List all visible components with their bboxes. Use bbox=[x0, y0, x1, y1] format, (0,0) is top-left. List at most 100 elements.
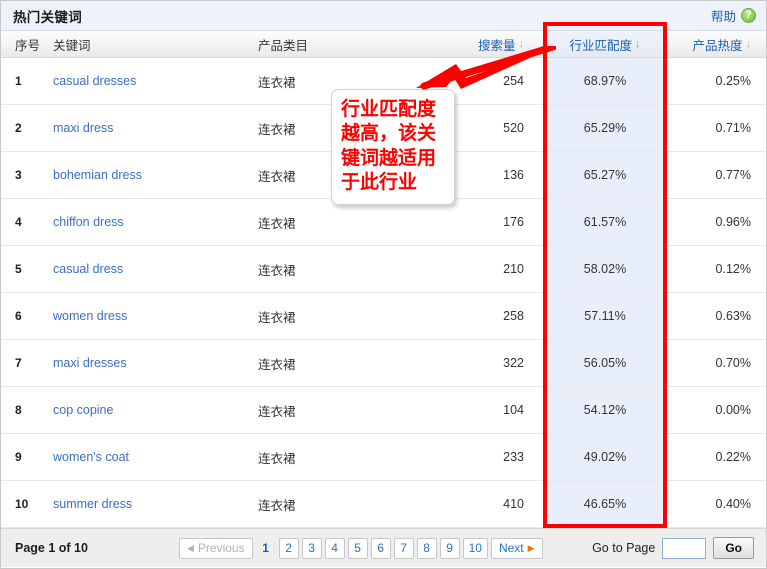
pagination-page-4[interactable]: 4 bbox=[325, 538, 345, 559]
column-header-search-volume-label: 搜索量 bbox=[478, 35, 516, 54]
table-footer: Page 1 of 10 ◀ Previous 12345678910 Next… bbox=[1, 528, 766, 567]
keyword-link[interactable]: bohemian dress bbox=[53, 152, 253, 198]
table-row: 6women dress连衣裙25857.11%0.63% bbox=[1, 293, 766, 340]
product-category: 连衣裙 bbox=[258, 434, 438, 480]
pagination-previous-button[interactable]: ◀ Previous bbox=[179, 538, 253, 559]
pagination-previous-label: Previous bbox=[198, 541, 245, 555]
row-index: 2 bbox=[15, 105, 51, 151]
page-indicator: Page 1 of 10 bbox=[1, 541, 88, 555]
hotness-value: 0.63% bbox=[666, 293, 766, 339]
pagination-page-6[interactable]: 6 bbox=[371, 538, 391, 559]
hotness-value: 0.96% bbox=[666, 199, 766, 245]
sort-down-icon: ↓ bbox=[519, 39, 525, 50]
column-header-match-rate-label: 行业匹配度 bbox=[569, 35, 632, 54]
help-question-icon[interactable]: ? bbox=[741, 8, 756, 23]
product-category: 连衣裙 bbox=[258, 246, 438, 292]
hotness-value: 0.71% bbox=[666, 105, 766, 151]
hotness-value: 0.00% bbox=[666, 387, 766, 433]
help-link[interactable]: 帮助 bbox=[711, 6, 736, 25]
help-area: 帮助 ? bbox=[711, 1, 756, 30]
search-volume-value: 233 bbox=[438, 434, 542, 480]
column-header-match-rate[interactable]: 行业匹配度 ↓ bbox=[544, 31, 666, 57]
column-header-hotness-label: 产品热度 bbox=[692, 35, 742, 54]
column-header-keyword: 关键词 bbox=[53, 31, 253, 57]
product-category: 连衣裙 bbox=[258, 293, 438, 339]
keyword-link[interactable]: chiffon dress bbox=[53, 199, 253, 245]
panel-titlebar: 热门关键词 帮助 ? bbox=[1, 1, 766, 31]
hotness-value: 0.12% bbox=[666, 246, 766, 292]
go-button[interactable]: Go bbox=[713, 537, 754, 559]
hotness-value: 0.22% bbox=[666, 434, 766, 480]
keyword-link[interactable]: women's coat bbox=[53, 434, 253, 480]
annotation-callout: 行业匹配度越高，该关键词越适用于此行业 bbox=[331, 89, 455, 205]
match-rate-value: 57.11% bbox=[544, 293, 666, 339]
pagination-page-5[interactable]: 5 bbox=[348, 538, 368, 559]
keyword-link[interactable]: casual dress bbox=[53, 246, 253, 292]
column-header-hotness[interactable]: 产品热度 ↓ bbox=[666, 31, 766, 57]
hot-keywords-panel: 热门关键词 帮助 ? 序号 关键词 产品类目 搜索量 ↓ 行业匹配度 ↓ 产品热… bbox=[0, 0, 767, 569]
goto-page-input[interactable] bbox=[662, 538, 706, 559]
search-volume-value: 176 bbox=[438, 199, 542, 245]
match-rate-value: 49.02% bbox=[544, 434, 666, 480]
search-volume-value: 258 bbox=[438, 293, 542, 339]
match-rate-value: 65.29% bbox=[544, 105, 666, 151]
pagination: ◀ Previous 12345678910 Next ▶ bbox=[179, 538, 543, 559]
pagination-page-9[interactable]: 9 bbox=[440, 538, 460, 559]
row-index: 4 bbox=[15, 199, 51, 245]
column-header-search-volume[interactable]: 搜索量 ↓ bbox=[438, 31, 542, 57]
search-volume-value: 104 bbox=[438, 387, 542, 433]
keyword-link[interactable]: casual dresses bbox=[53, 58, 253, 104]
row-index: 6 bbox=[15, 293, 51, 339]
table-row: 7maxi dresses连衣裙32256.05%0.70% bbox=[1, 340, 766, 387]
pagination-page-2[interactable]: 2 bbox=[279, 538, 299, 559]
row-index: 1 bbox=[15, 58, 51, 104]
match-rate-value: 54.12% bbox=[544, 387, 666, 433]
hotness-value: 0.70% bbox=[666, 340, 766, 386]
match-rate-value: 46.65% bbox=[544, 481, 666, 527]
product-category: 连衣裙 bbox=[258, 199, 438, 245]
table-row: 10summer dress连衣裙41046.65%0.40% bbox=[1, 481, 766, 528]
column-header-index: 序号 bbox=[15, 31, 51, 57]
keyword-link[interactable]: women dress bbox=[53, 293, 253, 339]
keyword-link[interactable]: cop copine bbox=[53, 387, 253, 433]
row-index: 9 bbox=[15, 434, 51, 480]
row-index: 7 bbox=[15, 340, 51, 386]
caret-left-icon: ◀ bbox=[187, 543, 194, 554]
table-row: 8cop copine连衣裙10454.12%0.00% bbox=[1, 387, 766, 434]
pagination-page-8[interactable]: 8 bbox=[417, 538, 437, 559]
product-category: 连衣裙 bbox=[258, 340, 438, 386]
keyword-link[interactable]: maxi dress bbox=[53, 105, 253, 151]
pagination-page-1: 1 bbox=[256, 538, 276, 559]
sort-down-active-icon: ↓ bbox=[635, 39, 641, 50]
product-category: 连衣裙 bbox=[258, 387, 438, 433]
row-index: 3 bbox=[15, 152, 51, 198]
match-rate-value: 61.57% bbox=[544, 199, 666, 245]
row-index: 8 bbox=[15, 387, 51, 433]
match-rate-value: 65.27% bbox=[544, 152, 666, 198]
match-rate-value: 58.02% bbox=[544, 246, 666, 292]
keyword-link[interactable]: maxi dresses bbox=[53, 340, 253, 386]
page-title: 热门关键词 bbox=[1, 6, 82, 26]
hotness-value: 0.25% bbox=[666, 58, 766, 104]
column-header-category: 产品类目 bbox=[258, 31, 438, 57]
pagination-next-label: Next bbox=[499, 541, 524, 555]
search-volume-value: 410 bbox=[438, 481, 542, 527]
pagination-page-10[interactable]: 10 bbox=[463, 538, 488, 559]
product-category: 连衣裙 bbox=[258, 481, 438, 527]
hotness-value: 0.77% bbox=[666, 152, 766, 198]
annotation-callout-text: 行业匹配度越高，该关键词越适用于此行业 bbox=[341, 98, 447, 195]
pagination-page-7[interactable]: 7 bbox=[394, 538, 414, 559]
match-rate-value: 56.05% bbox=[544, 340, 666, 386]
pagination-page-3[interactable]: 3 bbox=[302, 538, 322, 559]
pagination-next-button[interactable]: Next ▶ bbox=[491, 538, 543, 559]
keyword-link[interactable]: summer dress bbox=[53, 481, 253, 527]
goto-page-label: Go to Page bbox=[592, 541, 655, 555]
table-row: 9women's coat连衣裙23349.02%0.22% bbox=[1, 434, 766, 481]
goto-page-area: Go to Page Go bbox=[592, 537, 754, 559]
search-volume-value: 210 bbox=[438, 246, 542, 292]
row-index: 10 bbox=[15, 481, 51, 527]
table-row: 5casual dress连衣裙21058.02%0.12% bbox=[1, 246, 766, 293]
match-rate-value: 68.97% bbox=[544, 58, 666, 104]
search-volume-value: 322 bbox=[438, 340, 542, 386]
caret-right-icon: ▶ bbox=[528, 543, 535, 554]
